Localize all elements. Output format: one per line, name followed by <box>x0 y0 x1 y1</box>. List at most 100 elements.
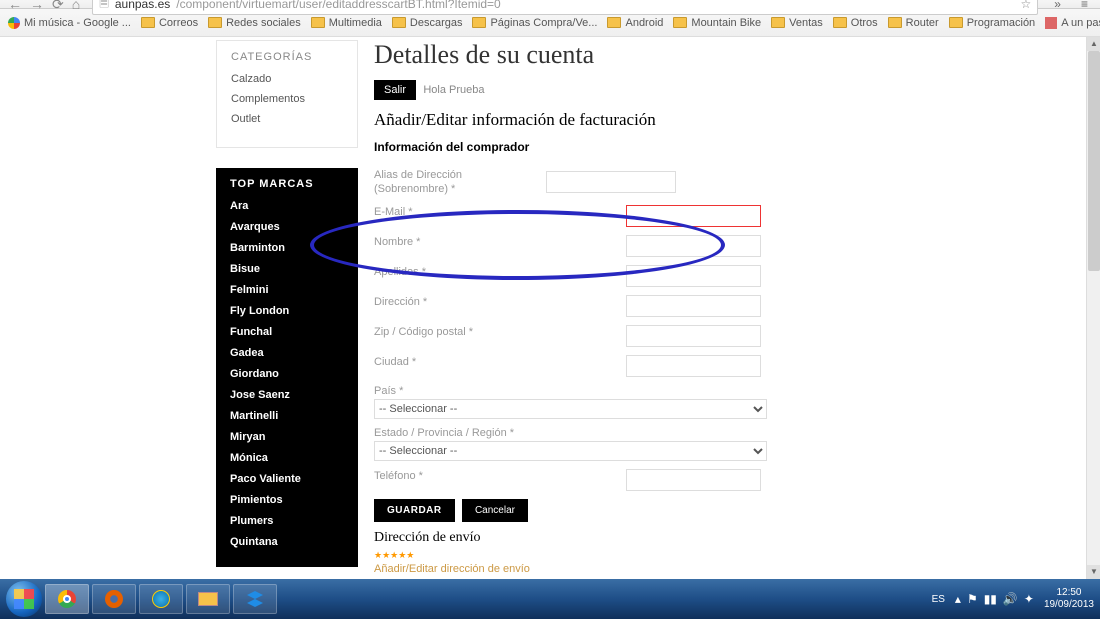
bookmark-item[interactable]: Descargas <box>392 17 463 29</box>
brand-item[interactable]: Avarques <box>230 221 344 233</box>
chevrons-icon[interactable]: » <box>1050 0 1065 11</box>
greeting-text: Hola Prueba <box>423 84 484 96</box>
brand-item[interactable]: Ara <box>230 200 344 212</box>
taskbar-firefox[interactable] <box>92 584 136 614</box>
brand-item[interactable]: Funchal <box>230 326 344 338</box>
bookmark-item[interactable]: Android <box>607 17 663 29</box>
state-select[interactable]: -- Seleccionar -- <box>374 441 767 461</box>
folder-icon <box>472 17 486 28</box>
top-brands-box: TOP MARCAS AraAvarquesBarmintonBisueFelm… <box>216 168 358 567</box>
taskbar-dropbox[interactable] <box>233 584 277 614</box>
surname-input[interactable] <box>626 265 761 287</box>
vertical-scrollbar[interactable]: ▲ ▼ <box>1086 37 1100 579</box>
address-label: Dirección * <box>374 295 544 309</box>
bookmark-item[interactable]: Redes sociales <box>208 17 301 29</box>
brand-item[interactable]: Felmini <box>230 284 344 296</box>
brand-item[interactable]: Miryan <box>230 431 344 443</box>
address-input[interactable] <box>626 295 761 317</box>
phone-label: Teléfono * <box>374 469 544 483</box>
tray-up-icon[interactable]: ▴ <box>955 592 961 606</box>
bookmark-label: Otros <box>851 17 878 29</box>
bookmark-item[interactable]: Páginas Compra/Ve... <box>472 17 597 29</box>
save-button[interactable]: GUARDAR <box>374 499 455 522</box>
category-item[interactable]: Outlet <box>231 113 343 125</box>
scroll-down-icon[interactable]: ▼ <box>1087 565 1100 579</box>
clock-date: 19/09/2013 <box>1044 599 1094 611</box>
email-input[interactable] <box>626 205 761 227</box>
taskbar-clock[interactable]: 12:50 19/09/2013 <box>1044 587 1094 611</box>
scroll-up-icon[interactable]: ▲ <box>1087 37 1100 51</box>
brand-item[interactable]: Plumers <box>230 515 344 527</box>
shipping-heading: Dirección de envío <box>374 530 1074 546</box>
brand-item[interactable]: Mónica <box>230 452 344 464</box>
cancel-button[interactable]: Cancelar <box>462 499 528 522</box>
page-viewport: CATEGORÍAS CalzadoComplementosOutlet TOP… <box>0 37 1086 579</box>
brand-item[interactable]: Paco Valiente <box>230 473 344 485</box>
folder-icon <box>311 17 325 28</box>
category-item[interactable]: Complementos <box>231 93 343 105</box>
brand-item[interactable]: Pimientos <box>230 494 344 506</box>
bookmark-item[interactable]: Router <box>888 17 939 29</box>
category-item[interactable]: Calzado <box>231 73 343 85</box>
buyer-info-heading: Información del comprador <box>374 140 1074 154</box>
tray-flag-icon[interactable]: ⚑ <box>967 592 978 606</box>
country-select[interactable]: -- Seleccionar -- <box>374 399 767 419</box>
state-label: Estado / Provincia / Región * <box>374 427 1074 439</box>
folder-icon <box>141 17 155 28</box>
edit-shipping-link[interactable]: Añadir/Editar dirección de envío <box>374 563 530 575</box>
bookmark-item[interactable]: Otros <box>833 17 878 29</box>
name-label: Nombre * <box>374 235 544 249</box>
scroll-thumb[interactable] <box>1088 51 1100 271</box>
taskbar: ES ▴ ⚑ ▮▮ 🔊 ✦ 12:50 19/09/2013 <box>0 579 1100 619</box>
forward-icon[interactable]: → <box>30 0 44 12</box>
brand-item[interactable]: Quintana <box>230 536 344 548</box>
language-indicator[interactable]: ES <box>932 594 945 605</box>
start-button[interactable] <box>6 581 42 617</box>
folder-icon <box>208 17 222 28</box>
billing-heading: Añadir/Editar información de facturación <box>374 110 1074 130</box>
folder-icon <box>392 17 406 28</box>
dropbox-icon <box>247 591 263 607</box>
bookmark-label: Correos <box>159 17 198 29</box>
taskbar-explorer[interactable] <box>186 584 230 614</box>
alias-label: Alias de Dirección (Sobrenombre) * <box>374 168 494 197</box>
bookmark-item[interactable]: Ventas <box>771 17 823 29</box>
back-icon[interactable]: ← <box>8 0 22 12</box>
bookmark-item[interactable]: Multimedia <box>311 17 382 29</box>
bookmark-label: Android <box>625 17 663 29</box>
brand-item[interactable]: Jose Saenz <box>230 389 344 401</box>
bookmark-label: Programación <box>967 17 1035 29</box>
ie-icon <box>152 590 170 608</box>
name-input[interactable] <box>626 235 761 257</box>
tray-volume-icon[interactable]: 🔊 <box>1003 592 1018 606</box>
reload-icon[interactable]: ⟳ <box>52 0 64 13</box>
folder-icon <box>888 17 902 28</box>
phone-input[interactable] <box>626 469 761 491</box>
categories-title: CATEGORÍAS <box>231 51 343 63</box>
tray-sync-icon[interactable]: ✦ <box>1024 592 1034 606</box>
logout-button[interactable]: Salir <box>374 80 416 100</box>
brand-item[interactable]: Fly London <box>230 305 344 317</box>
brand-item[interactable]: Barminton <box>230 242 344 254</box>
bookmark-star-icon[interactable]: ☆ <box>1021 0 1032 11</box>
taskbar-ie[interactable] <box>139 584 183 614</box>
zip-input[interactable] <box>626 325 761 347</box>
bookmark-item[interactable]: A un pas <box>1045 17 1100 29</box>
address-bar[interactable]: 🗎 aunpas.es/component/virtuemart/user/ed… <box>92 0 1038 15</box>
bookmark-label: Redes sociales <box>226 17 301 29</box>
bookmark-item[interactable]: Programación <box>949 17 1035 29</box>
brand-item[interactable]: Martinelli <box>230 410 344 422</box>
brand-item[interactable]: Giordano <box>230 368 344 380</box>
bookmark-item[interactable]: Correos <box>141 17 198 29</box>
bookmark-item[interactable]: Mountain Bike <box>673 17 761 29</box>
alias-input[interactable] <box>546 171 676 193</box>
city-input[interactable] <box>626 355 761 377</box>
menu-icon[interactable]: ≡ <box>1077 0 1092 11</box>
rating-stars-icon: ★★★★★ <box>374 550 1074 561</box>
taskbar-chrome[interactable] <box>45 584 89 614</box>
bookmark-item[interactable]: Mi música - Google ... <box>8 17 131 29</box>
brand-item[interactable]: Gadea <box>230 347 344 359</box>
home-icon[interactable]: ⌂ <box>72 0 80 12</box>
tray-network-icon[interactable]: ▮▮ <box>984 592 997 606</box>
brand-item[interactable]: Bisue <box>230 263 344 275</box>
